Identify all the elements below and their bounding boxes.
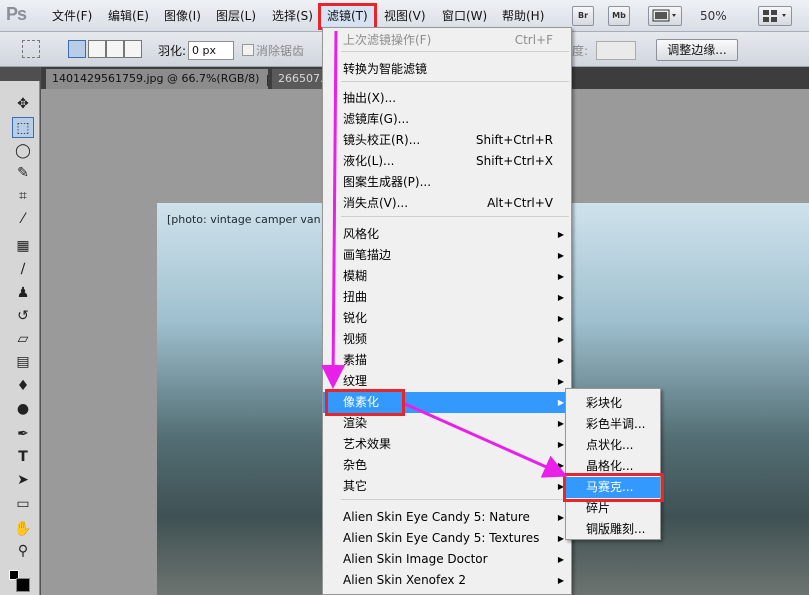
annotation-arrows [321, 30, 568, 478]
arrow-to-pixelate [321, 30, 346, 389]
arrow-to-mosaic [404, 402, 568, 478]
